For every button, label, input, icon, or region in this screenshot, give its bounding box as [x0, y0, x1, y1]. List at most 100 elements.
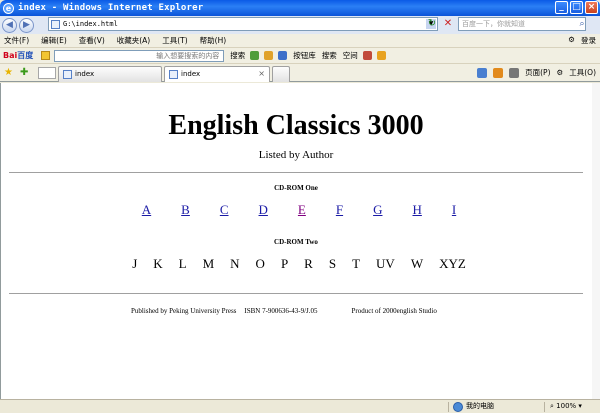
page-icon	[63, 70, 72, 79]
cd-two-heading: CD-ROM Two	[274, 238, 318, 246]
address-url[interactable]: G:\index.html	[63, 20, 118, 28]
toolbar-red-icon[interactable]	[362, 51, 372, 60]
author-letter-j: J	[132, 256, 138, 271]
baidu-toolbar: Bai百度 输入想要搜索的内容 搜索 按钮库 搜索 空间	[0, 48, 600, 64]
menu-help[interactable]: 帮助(H)	[200, 35, 227, 46]
new-tab-button[interactable]	[272, 66, 290, 82]
favorites-star-icon[interactable]: ★	[4, 67, 13, 78]
close-icon[interactable]: ×	[585, 1, 598, 14]
divider	[9, 172, 583, 173]
maximize-icon[interactable]: □	[570, 1, 583, 14]
author-letter-w: W	[410, 256, 424, 271]
search-input[interactable]: 百度一下，你就知道	[458, 17, 586, 31]
menu-file[interactable]: 文件(F)	[4, 35, 29, 46]
toolbar-pen-icon[interactable]	[376, 51, 386, 60]
cd-one-letters: A B C D E F G H I	[1, 202, 597, 218]
menu-view[interactable]: 查看(V)	[79, 35, 105, 46]
back-icon[interactable]: ◀	[2, 17, 17, 33]
forward-icon[interactable]: ▶	[19, 17, 34, 33]
page-menu[interactable]: 页面(P)	[525, 67, 550, 78]
search-icon[interactable]: ⌕	[576, 18, 588, 30]
baidu-search-input[interactable]: 输入想要搜索的内容	[54, 49, 225, 62]
author-link-g[interactable]: G	[373, 202, 382, 218]
window-title-bar: e index - Windows Internet Explorer _ □ …	[0, 0, 600, 16]
cd-one-heading: CD-ROM One	[274, 184, 318, 192]
tab-label: index	[75, 70, 95, 78]
zone-label: 我的电脑	[466, 402, 494, 410]
security-zone[interactable]: 我的电脑	[453, 400, 494, 413]
ie-logo-icon: e	[3, 2, 14, 14]
refresh-icon[interactable]: ↻	[426, 18, 438, 30]
page-subtitle: Listed by Author	[258, 149, 334, 161]
status-bar: 我的电脑 ⌕ 100% ▾	[0, 399, 600, 413]
vertical-scrollbar[interactable]	[592, 83, 600, 399]
zoom-dropdown-icon: ▾	[578, 402, 582, 410]
publisher-text: Published by Peking University Press	[131, 307, 237, 315]
author-link-f[interactable]: F	[336, 202, 343, 218]
baidu-logo-left: Bai	[3, 51, 18, 60]
author-letter-k: K	[153, 256, 163, 271]
toolbar-green-icon[interactable]	[250, 51, 260, 60]
zoom-control[interactable]: ⌕ 100% ▾	[550, 400, 582, 413]
menu-edit[interactable]: 编辑(E)	[41, 35, 67, 46]
isbn-text: ISBN 7-900636-43-9/J.05	[244, 307, 318, 315]
toolbar-space[interactable]: 空间	[343, 50, 358, 61]
menu-tools[interactable]: 工具(T)	[162, 35, 187, 46]
tools-gear-icon[interactable]: ⚙	[557, 68, 564, 77]
author-letter-m: M	[202, 256, 215, 271]
status-divider	[448, 402, 449, 412]
add-favorites-icon[interactable]: ✚	[20, 67, 28, 78]
toolbar-image-icon[interactable]	[264, 51, 274, 60]
page-icon	[169, 70, 178, 79]
author-letter-p: P	[280, 256, 289, 271]
status-divider	[544, 402, 545, 412]
zoom-search-icon: ⌕	[550, 402, 554, 410]
tab-close-icon[interactable]: ×	[258, 67, 265, 81]
page-icon	[51, 19, 60, 29]
author-link-c[interactable]: C	[220, 202, 229, 218]
author-link-i[interactable]: I	[452, 202, 456, 218]
author-letter-o: O	[255, 256, 265, 271]
author-link-b[interactable]: B	[181, 202, 190, 218]
settings-gear-icon[interactable]: ⚙	[568, 35, 575, 46]
divider	[9, 293, 583, 294]
stop-icon[interactable]: ✕	[442, 18, 454, 30]
product-text: Product of 2000english Studio	[351, 307, 437, 315]
login-button[interactable]: 登录	[581, 35, 596, 46]
author-letter-r: R	[304, 256, 313, 271]
author-letter-s: S	[328, 256, 337, 271]
menu-favorites[interactable]: 收藏夹(A)	[117, 35, 150, 46]
baidu-options-icon[interactable]	[41, 51, 51, 60]
baidu-search-button[interactable]: 搜索	[230, 50, 245, 61]
author-link-h[interactable]: H	[412, 202, 421, 218]
toolbar-grid-icon[interactable]	[278, 51, 288, 60]
cd-two-letters: J K L M N O P R S T UV W XYZ	[1, 256, 597, 272]
baidu-logo: Bai百度	[3, 50, 33, 61]
button-library[interactable]: 按钮库	[293, 50, 316, 61]
tab-bar: ★ ✚ index index × 页面(P) ⚙ 工具(O)	[0, 64, 600, 82]
author-link-e[interactable]: E	[298, 202, 306, 218]
window-title: index - Windows Internet Explorer	[18, 3, 204, 13]
minimize-icon[interactable]: _	[555, 1, 568, 14]
zoom-level: 100%	[556, 402, 577, 410]
tools-menu[interactable]: 工具(O)	[569, 67, 596, 78]
quick-tabs-icon[interactable]	[38, 67, 56, 79]
command-bar: 页面(P) ⚙ 工具(O)	[477, 67, 596, 78]
window-controls: _ □ ×	[555, 1, 598, 14]
author-link-a[interactable]: A	[142, 202, 151, 218]
author-link-d[interactable]: D	[259, 202, 268, 218]
author-letter-n: N	[230, 256, 240, 271]
toolbar-search-2[interactable]: 搜索	[322, 50, 337, 61]
print-icon[interactable]	[509, 67, 520, 78]
tab-label: index	[181, 70, 201, 78]
tab-index-2[interactable]: index ×	[164, 66, 270, 82]
author-letter-l: L	[178, 256, 187, 271]
computer-zone-icon	[453, 402, 463, 412]
page-title: English Classics 3000	[168, 110, 424, 141]
home-icon[interactable]	[477, 67, 488, 78]
page-footer: Published by Peking University Press ISBN…	[131, 307, 437, 315]
address-bar[interactable]: G:\index.html ▼	[48, 17, 438, 31]
feeds-icon[interactable]	[493, 67, 504, 78]
tab-index-1[interactable]: index	[58, 66, 162, 82]
author-letter-t: T	[352, 256, 361, 271]
